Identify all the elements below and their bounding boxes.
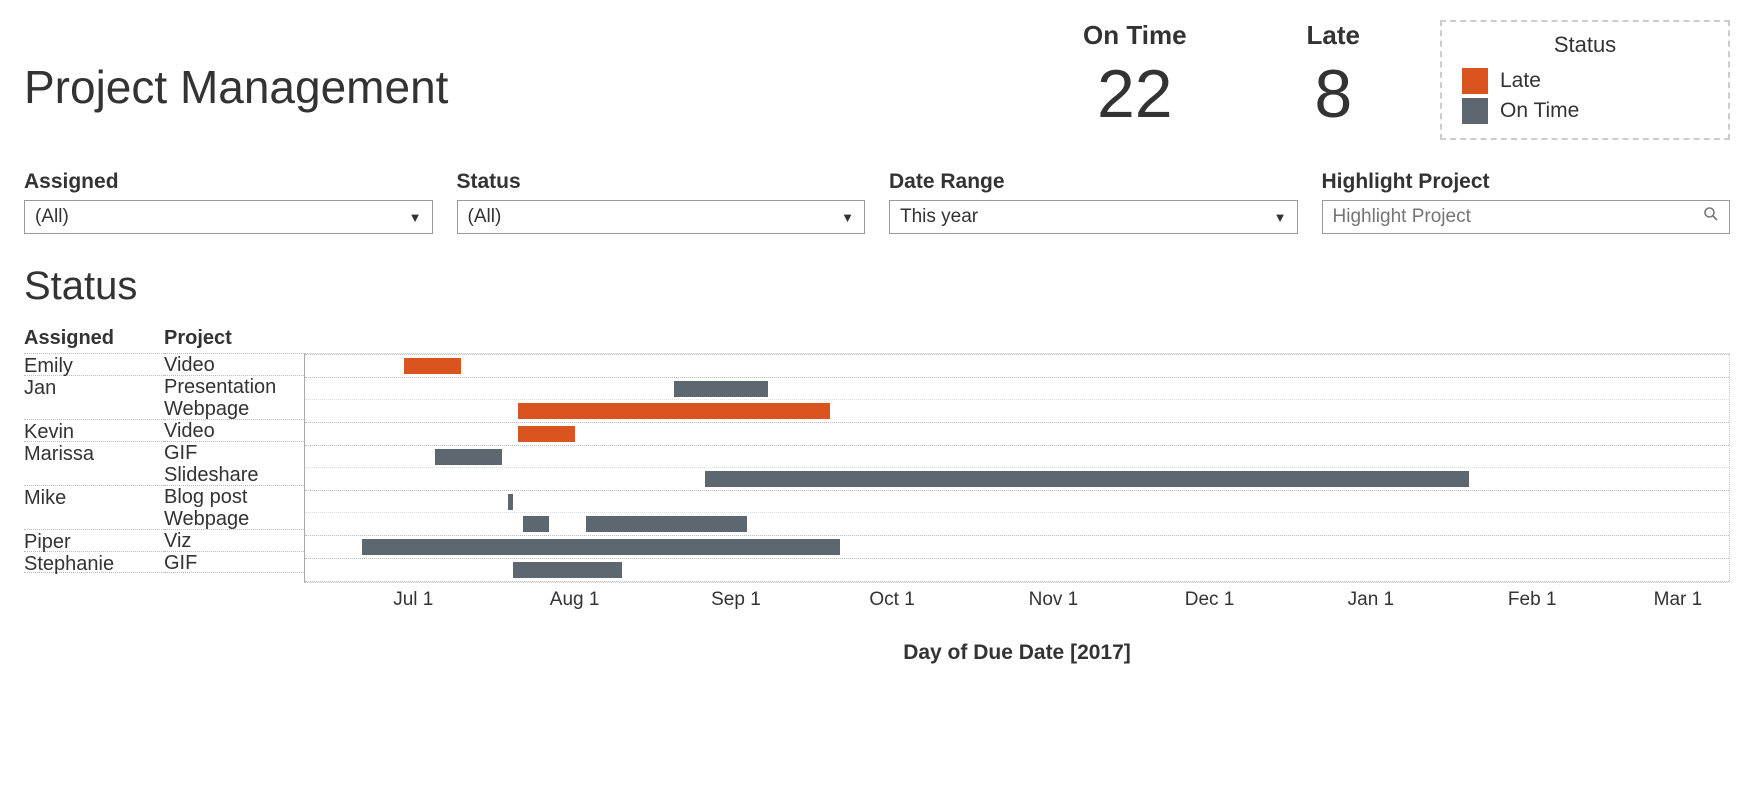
assigned-cell: Emily [24, 354, 164, 377]
filter-status-label: Status [457, 170, 866, 194]
filter-date-value: This year [900, 206, 978, 228]
project-cell: Webpage [164, 398, 304, 420]
axis-label: Day of Due Date [2017] [304, 641, 1730, 665]
gantt-chart: Assigned EmilyJan KevinMarissa Mike PiperSt… [24, 327, 1730, 665]
filter-highlight-label: Highlight Project [1322, 170, 1731, 194]
filter-assigned-label: Assigned [24, 170, 433, 194]
gantt-row[interactable] [305, 559, 1729, 581]
gantt-bar[interactable] [586, 516, 747, 532]
project-cell: GIF [164, 442, 304, 464]
filter-status-value: (All) [468, 206, 502, 228]
gantt-row[interactable] [305, 513, 1729, 535]
search-icon [1703, 206, 1719, 228]
assigned-cell: Stephanie [24, 552, 164, 575]
axis-tick: Mar 1 [1654, 589, 1703, 611]
section-title-status: Status [24, 264, 1730, 309]
gantt-bar[interactable] [523, 516, 549, 532]
filter-status-select[interactable]: (All) ▼ [457, 200, 866, 234]
gantt-bar[interactable] [705, 471, 1469, 487]
project-cell: Blog post [164, 486, 304, 508]
project-cell: Slideshare [164, 464, 304, 486]
gantt-row[interactable] [305, 491, 1729, 513]
gantt-row[interactable] [305, 400, 1729, 422]
gantt-bar[interactable] [404, 358, 461, 374]
gantt-row[interactable] [305, 446, 1729, 468]
project-cell: Webpage [164, 508, 304, 530]
assigned-cell: Jan [24, 376, 164, 399]
chevron-down-icon: ▼ [1274, 210, 1287, 225]
legend-ontime-label: On Time [1500, 99, 1579, 123]
project-cell: GIF [164, 552, 304, 574]
filter-date-select[interactable]: This year ▼ [889, 200, 1298, 234]
kpi-late: Late 8 [1307, 20, 1360, 133]
assigned-cell: Marissa [24, 442, 164, 465]
chevron-down-icon: ▼ [841, 210, 854, 225]
project-cell: Viz [164, 530, 304, 552]
kpi-ontime-label: On Time [1083, 20, 1187, 51]
axis-tick: Oct 1 [869, 589, 914, 611]
project-cell: Video [164, 354, 304, 376]
gantt-bar[interactable] [513, 562, 622, 578]
kpi-ontime: On Time 22 [1083, 20, 1187, 133]
gantt-row[interactable] [305, 468, 1729, 490]
assigned-cell: Mike [24, 486, 164, 509]
axis-tick: Feb 1 [1508, 589, 1557, 611]
legend-item-ontime[interactable]: On Time [1462, 98, 1708, 124]
gantt-bar[interactable] [508, 494, 513, 510]
axis-tick: Nov 1 [1029, 589, 1079, 611]
filter-assigned-select[interactable]: (All) ▼ [24, 200, 433, 234]
gantt-bar[interactable] [518, 403, 830, 419]
chevron-down-icon: ▼ [409, 210, 422, 225]
page-title: Project Management [24, 60, 664, 114]
legend-late-label: Late [1500, 69, 1541, 93]
assigned-cell: Kevin [24, 420, 164, 443]
swatch-late [1462, 68, 1488, 94]
filter-assigned-value: (All) [35, 206, 69, 228]
axis-tick: Jul 1 [393, 589, 433, 611]
gantt-bar[interactable] [674, 381, 768, 397]
axis-tick: Dec 1 [1185, 589, 1235, 611]
axis-tick: Jan 1 [1348, 589, 1394, 611]
gantt-bar[interactable] [435, 449, 503, 465]
legend: Status Late On Time [1440, 20, 1730, 140]
legend-item-late[interactable]: Late [1462, 68, 1708, 94]
gantt-row[interactable] [305, 423, 1729, 445]
gantt-row[interactable] [305, 355, 1729, 377]
col-header-project: Project [164, 327, 304, 353]
legend-title: Status [1462, 32, 1708, 58]
project-cell: Video [164, 420, 304, 442]
gantt-bar[interactable] [518, 426, 575, 442]
axis-tick: Sep 1 [711, 589, 761, 611]
axis-tick: Aug 1 [550, 589, 600, 611]
kpi-late-label: Late [1307, 20, 1360, 51]
gantt-bar[interactable] [362, 539, 840, 555]
kpi-late-value: 8 [1307, 55, 1360, 133]
project-cell: Presentation [164, 376, 304, 398]
swatch-ontime [1462, 98, 1488, 124]
filter-highlight-input[interactable] [1322, 200, 1731, 234]
assigned-cell: Piper [24, 530, 164, 553]
gantt-row[interactable] [305, 378, 1729, 400]
col-header-assigned: Assigned [24, 327, 164, 353]
kpi-ontime-value: 22 [1083, 55, 1187, 133]
highlight-input[interactable] [1333, 206, 1704, 228]
gantt-row[interactable] [305, 536, 1729, 558]
filter-date-label: Date Range [889, 170, 1298, 194]
